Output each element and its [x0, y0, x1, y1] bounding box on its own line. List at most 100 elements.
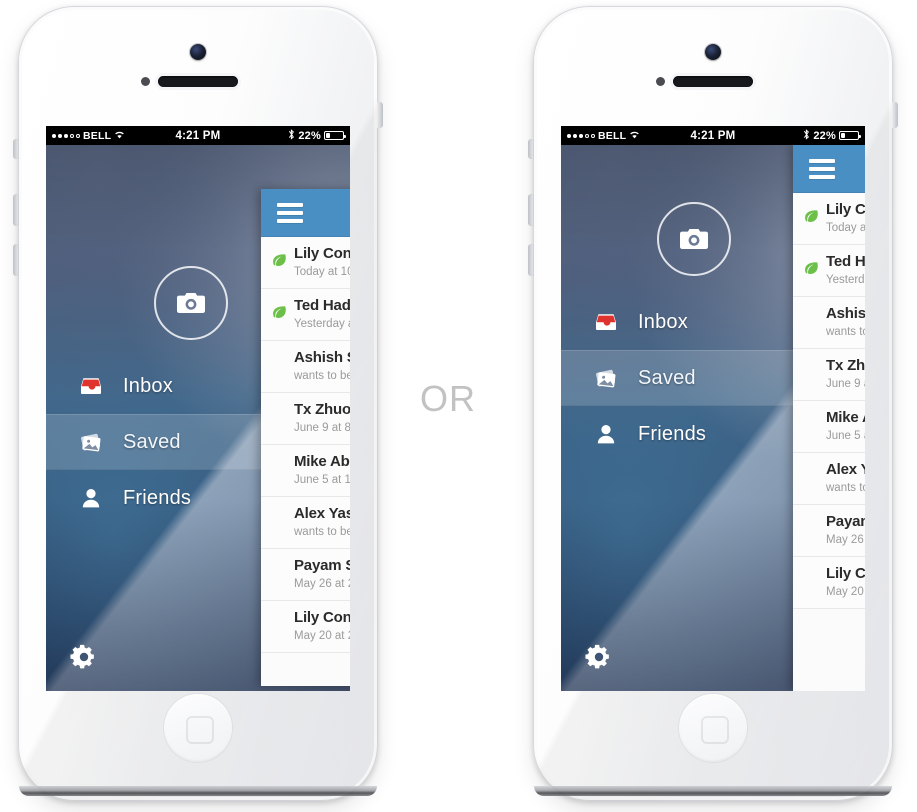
- signal-strength-icon: [52, 133, 80, 138]
- list-item-subtitle: May 20 at 2:02 PM: [294, 630, 350, 642]
- leaf-icon: [803, 209, 819, 230]
- sidebar-item-label: Saved: [123, 430, 181, 453]
- list-item-text: Alex Yaseen wants to be your friend: [826, 460, 865, 497]
- list-item[interactable]: Ashish Sontakke wants to be your friend: [793, 297, 865, 349]
- list-item[interactable]: Mike Abbott June 5 at 10:02 PM: [261, 445, 350, 497]
- list-item[interactable]: Payam Sadeghi May 26 at 2:34 PM: [261, 549, 350, 601]
- proximity-sensor-icon: [141, 77, 150, 86]
- hamburger-menu-icon[interactable]: [277, 203, 303, 223]
- leaf-icon: [271, 305, 287, 326]
- list-item[interactable]: Lily Conover May 20 at 2:02 PM: [261, 601, 350, 653]
- content-navbar: [793, 145, 865, 193]
- list-item-subtitle: wants to be your friend: [294, 526, 350, 538]
- sidebar-item-label: Saved: [638, 366, 696, 389]
- front-camera-icon: [705, 44, 721, 60]
- list-item-subtitle: June 9 at 8:34 AM: [826, 378, 865, 390]
- hamburger-menu-icon[interactable]: [809, 159, 835, 179]
- battery-icon: [323, 131, 346, 140]
- list-item[interactable]: Ted Hadjistavropoulos Yesterday at 1:22 P…: [261, 289, 350, 341]
- sidebar-item-label: Inbox: [638, 310, 688, 333]
- carrier-label: BELL: [598, 129, 627, 142]
- list-item[interactable]: Ted Hadjistavropoulos Yesterday at 1:22 P…: [793, 245, 865, 297]
- list-item-title: Alex Yaseen: [826, 461, 865, 478]
- home-button[interactable]: [164, 694, 232, 762]
- list-item-subtitle: wants to be your friend: [826, 326, 865, 338]
- sidebar-item-label: Friends: [638, 422, 707, 445]
- inbox-tray-icon: [79, 374, 103, 398]
- list-item-subtitle: June 9 at 8:34 AM: [294, 422, 350, 434]
- sidebar-item-label: Friends: [123, 486, 192, 509]
- list-item-text: Alex Yaseen wants to be your friend: [294, 504, 350, 541]
- person-icon: [594, 422, 618, 446]
- list-item[interactable]: Tx Zhuo June 9 at 8:34 AM: [793, 349, 865, 401]
- power-button[interactable]: [377, 102, 383, 128]
- list-item[interactable]: Ashish Sontakke wants to be your friend: [261, 341, 350, 393]
- silent-switch[interactable]: [13, 139, 19, 159]
- volume-up-button[interactable]: [13, 194, 19, 226]
- list-item-text: Lily Conover May 20 at 2:02 PM: [826, 564, 865, 601]
- content-panel-right: Lily Conover Today at 10:41 AM Ted Hadjist…: [793, 145, 865, 691]
- list-item-subtitle: June 5 at 10:02 PM: [294, 474, 350, 486]
- list-item-subtitle: May 20 at 2:02 PM: [826, 586, 865, 598]
- volume-down-button[interactable]: [13, 244, 19, 276]
- leaf-icon: [803, 261, 819, 282]
- list-item-title: Alex Yaseen: [294, 505, 350, 522]
- status-bar-left: BELL: [561, 130, 664, 142]
- list-item-title: Tx Zhuo: [826, 357, 865, 374]
- volume-down-button[interactable]: [528, 244, 534, 276]
- camera-icon[interactable]: [154, 266, 228, 340]
- status-bar-right: 22%: [247, 128, 350, 143]
- list-item[interactable]: Tx Zhuo June 9 at 8:34 AM: [261, 393, 350, 445]
- list-item[interactable]: Mike Abbott June 5 at 10:02 PM: [793, 401, 865, 453]
- gear-icon[interactable]: [585, 643, 613, 671]
- phone-left: BELL 4:21 PM 22% Inbox Saved Friends Lil…: [8, 6, 388, 806]
- inbox-tray-icon: [594, 310, 618, 334]
- power-button[interactable]: [892, 102, 898, 128]
- clock-label: 4:21 PM: [690, 129, 736, 142]
- content-navbar: [261, 189, 350, 237]
- list-item[interactable]: Lily Conover May 20 at 2:02 PM: [793, 557, 865, 609]
- battery-percent-label: 22%: [813, 129, 836, 142]
- list-item-title: Lily Conover: [826, 565, 865, 582]
- list-item-title: Ashish Sontakke: [294, 349, 350, 366]
- home-button[interactable]: [679, 694, 747, 762]
- clock-label: 4:21 PM: [175, 129, 221, 142]
- message-list-left: Lily Conover Today at 10:41 AM Ted Hadjist…: [261, 237, 350, 653]
- list-item-title: Payam Sadeghi: [294, 557, 350, 574]
- volume-up-button[interactable]: [528, 194, 534, 226]
- battery-percent-label: 22%: [298, 129, 321, 142]
- list-item-text: Ted Hadjistavropoulos Yesterday at 1:22 P…: [294, 296, 350, 333]
- list-item-subtitle: Yesterday at 1:22 PM: [826, 274, 865, 286]
- status-bar: BELL 4:21 PM 22%: [46, 126, 350, 145]
- list-item-title: Mike Abbott: [294, 453, 350, 470]
- list-item[interactable]: Payam Sadeghi May 26 at 2:34 PM: [793, 505, 865, 557]
- list-item-text: Tx Zhuo June 9 at 8:34 AM: [294, 400, 350, 437]
- gear-icon[interactable]: [70, 643, 98, 671]
- list-item-text: Ashish Sontakke wants to be your friend: [826, 304, 865, 341]
- list-item-subtitle: wants to be your friend: [826, 482, 865, 494]
- list-item[interactable]: Alex Yaseen wants to be your friend: [793, 453, 865, 505]
- or-separator-label: OR: [420, 378, 476, 419]
- status-bar: BELL 4:21 PM 22%: [561, 126, 865, 145]
- list-item[interactable]: Lily Conover Today at 10:41 AM: [261, 237, 350, 289]
- list-item-text: Tx Zhuo June 9 at 8:34 AM: [826, 356, 865, 393]
- list-item-subtitle: wants to be your friend: [294, 370, 350, 382]
- signal-strength-icon: [567, 133, 595, 138]
- list-item-text: Ashish Sontakke wants to be your friend: [294, 348, 350, 385]
- list-item-title: Lily Conover: [826, 201, 865, 218]
- battery-icon: [838, 131, 861, 140]
- comparison-stage: BELL 4:21 PM 22% Inbox Saved Friends Lil…: [0, 0, 917, 812]
- list-item-title: Mike Abbott: [826, 409, 865, 426]
- silent-switch[interactable]: [528, 139, 534, 159]
- list-item-text: Payam Sadeghi May 26 at 2:34 PM: [826, 512, 865, 549]
- list-item-text: Payam Sadeghi May 26 at 2:34 PM: [294, 556, 350, 593]
- list-item[interactable]: Lily Conover Today at 10:41 AM: [793, 193, 865, 245]
- bluetooth-icon: [288, 128, 295, 143]
- list-item-subtitle: Today at 10:41 AM: [294, 266, 350, 278]
- list-item[interactable]: Alex Yaseen wants to be your friend: [261, 497, 350, 549]
- earpiece-speaker: [158, 76, 238, 87]
- photo-stack-icon: [594, 366, 618, 390]
- phone-right: BELL 4:21 PM 22% Inbox Saved Friends Lil…: [523, 6, 903, 806]
- wifi-icon: [114, 130, 125, 142]
- camera-icon[interactable]: [657, 202, 731, 276]
